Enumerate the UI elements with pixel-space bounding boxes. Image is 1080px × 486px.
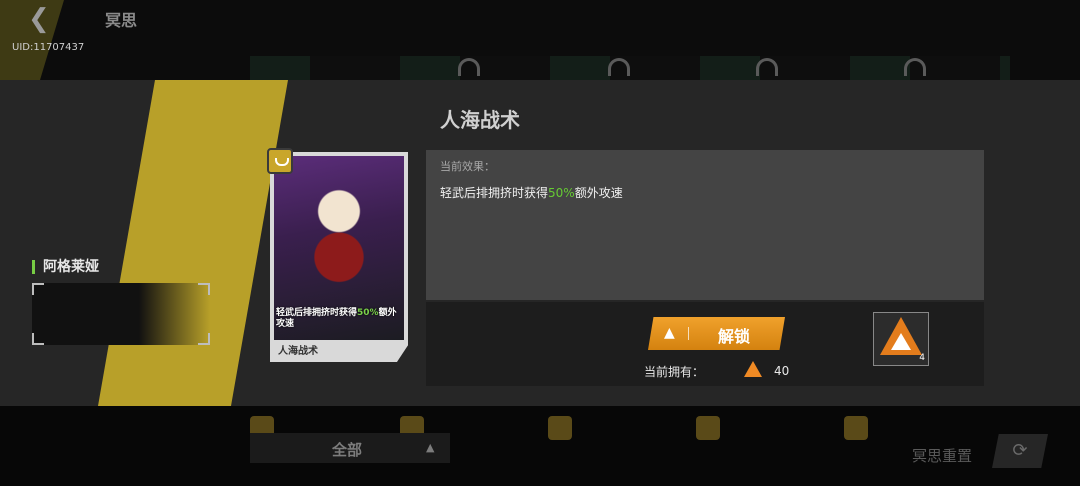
lock-icon (756, 58, 778, 76)
back-arrow-icon[interactable]: ❮ (28, 6, 68, 32)
uid-label: UID:11707437 (12, 42, 85, 53)
slot-corner (198, 333, 210, 345)
lock-icon (458, 58, 480, 76)
lock-icon (608, 58, 630, 76)
material-icon (744, 361, 762, 377)
decorative-stripe (98, 80, 288, 406)
card-description: 轻武后排拥挤时获得50%额外攻速 (276, 308, 397, 329)
unlock-panel: ▲ 解锁 当前拥有： 40 4 (426, 302, 984, 386)
reset-label: 冥思重置 (912, 447, 973, 465)
unlock-button-label: 解锁 (718, 327, 751, 346)
effect-text: 轻武后排拥挤时获得50%额外攻速 (440, 186, 623, 200)
background-card-strip (250, 56, 1010, 80)
character-slot[interactable] (32, 283, 210, 345)
filter-label: 全部 (332, 441, 363, 459)
card-rank-icon (267, 148, 293, 174)
skill-title: 人海战术 (440, 108, 520, 132)
card-name: 人海战术 (278, 346, 318, 357)
lock-icon (904, 58, 926, 76)
page-title: 冥思 (105, 11, 138, 30)
character-name: 阿格莱娅 (32, 260, 99, 274)
reset-button[interactable]: ⟳ (992, 434, 1048, 468)
upgrade-arrow-icon: ▲ (664, 325, 675, 341)
owned-label: 当前拥有： (644, 365, 705, 379)
card-rank-icon (696, 416, 720, 440)
card-rank-icon (548, 416, 572, 440)
chevron-up-icon: ▲ (426, 441, 435, 454)
slot-corner (32, 283, 44, 295)
effect-label: 当前效果： (440, 160, 495, 173)
cost-item-quantity: 4 (919, 353, 925, 363)
effect-panel: 当前效果： 轻武后排拥挤时获得50%额外攻速 (426, 150, 984, 300)
divider (688, 327, 689, 340)
unlock-button[interactable]: ▲ 解锁 (648, 317, 785, 350)
slot-corner (32, 333, 44, 345)
cost-item-slot[interactable]: 4 (873, 312, 929, 366)
slot-corner (198, 283, 210, 295)
owned-count: 40 (774, 364, 790, 378)
card-rank-icon (844, 416, 868, 440)
refresh-icon: ⟳ (1012, 440, 1028, 461)
skill-detail-modal: 阿格莱娅 人海战术 轻武后排拥挤时获得50%额外攻速 人海战术 当前效果： 轻武… (0, 80, 1080, 406)
filter-dropdown[interactable]: 全部 ▲ (250, 433, 450, 463)
skill-card: 轻武后排拥挤时获得50%额外攻速 人海战术 (270, 152, 408, 362)
